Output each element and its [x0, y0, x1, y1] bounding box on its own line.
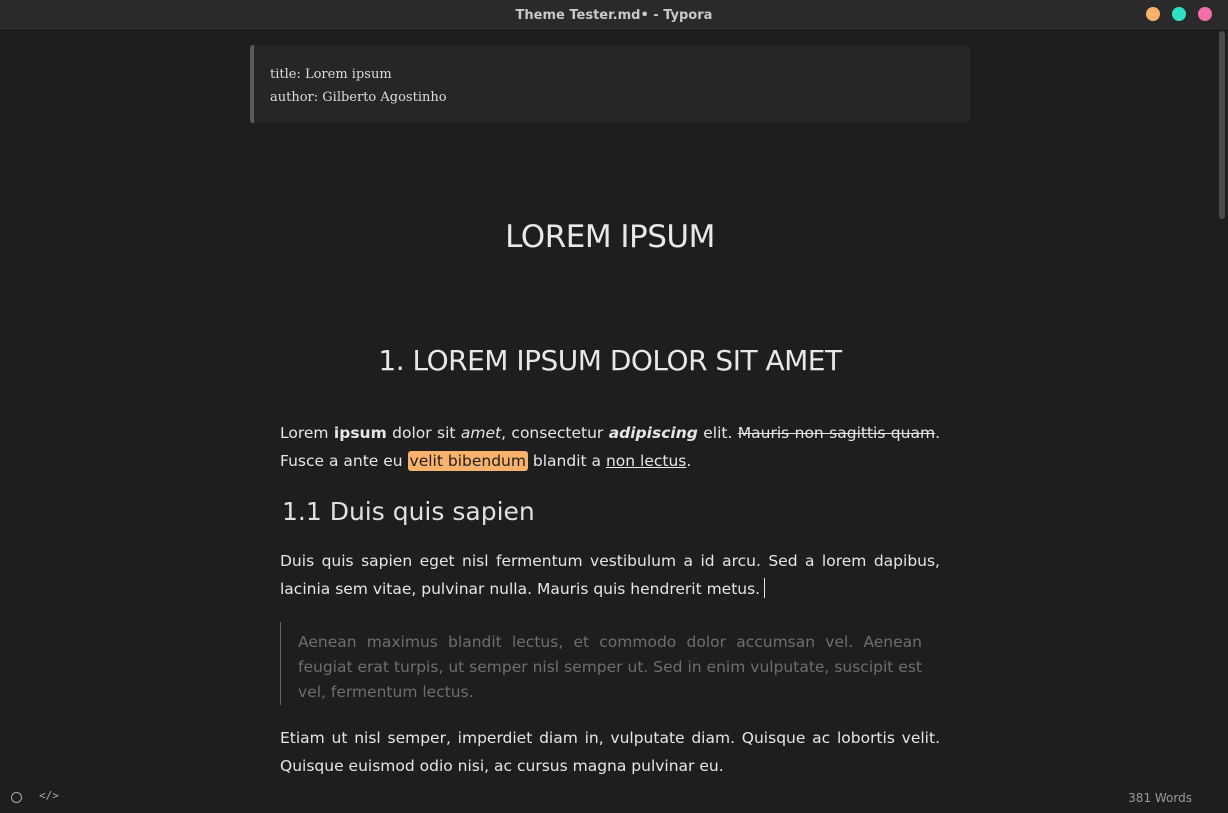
bold-text: ipsum [333, 424, 387, 442]
code-icon[interactable]: </> [39, 789, 59, 802]
editor-area[interactable]: title: Lorem ipsum author: Gilberto Agos… [0, 31, 1216, 783]
paragraph-etiam: Etiam ut nisl semper, imperdiet diam in,… [280, 729, 940, 775]
text: blandit a [527, 452, 606, 470]
text: Lorem [280, 424, 334, 442]
blockquote: Aenean maximus blandit lectus, et commod… [280, 622, 922, 705]
heading-3: 1.1 Duis quis sapien [282, 497, 535, 526]
text: elit. [697, 424, 738, 442]
bold-italic-text: adipiscing [608, 424, 698, 442]
vertical-scrollbar[interactable] [1216, 31, 1228, 783]
word-count[interactable]: 381 Words [1128, 791, 1192, 805]
paragraph-duis: Duis quis sapien eget nisl fermentum ves… [280, 547, 940, 603]
maximize-button[interactable] [1172, 7, 1186, 21]
strikethrough-text: Mauris non sagittis quam [737, 424, 936, 442]
yaml-front-matter[interactable]: title: Lorem ipsum author: Gilberto Agos… [250, 45, 970, 123]
text-cursor [764, 578, 766, 598]
front-matter-title-line: title: Lorem ipsum [270, 67, 392, 82]
front-matter-author-line: author: Gilberto Agostinho [270, 90, 447, 105]
highlighted-text: velit bibendum [407, 451, 528, 471]
title-bar: Theme Tester.md• - Typora [0, 0, 1228, 31]
circle-icon[interactable] [11, 792, 22, 803]
close-button[interactable] [1198, 7, 1212, 21]
heading-1: LOREM IPSUM [505, 219, 715, 255]
window-title: Theme Tester.md• - Typora [515, 8, 713, 23]
underlined-text: non lectus [605, 452, 687, 470]
text: dolor sit [386, 424, 461, 442]
heading-2: 1. LOREM IPSUM DOLOR SIT AMET [378, 344, 842, 377]
italic-text: amet [460, 424, 502, 442]
paragraph-formatting-demo: Lorem ipsum dolor sit amet, consectetur … [280, 419, 940, 475]
text: . [686, 452, 692, 470]
scrollbar-thumb[interactable] [1219, 31, 1225, 219]
text: , consectetur [501, 424, 609, 442]
paragraph-text: Duis quis sapien eget nisl fermentum ves… [280, 552, 940, 598]
minimize-button[interactable] [1146, 7, 1160, 21]
status-bar: </> 381 Words [0, 783, 1228, 813]
